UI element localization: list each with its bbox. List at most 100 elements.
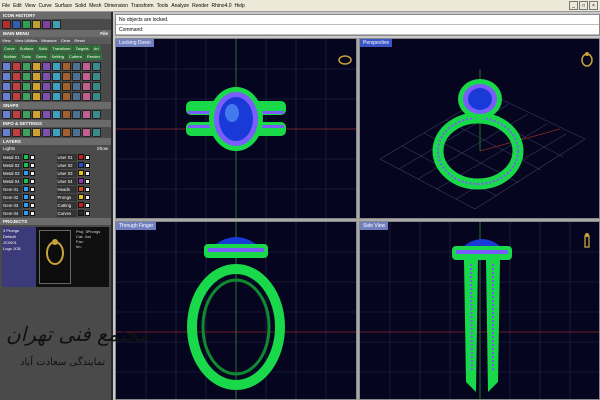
layer-visibility-checkbox[interactable]	[84, 202, 90, 208]
tag-curve[interactable]: Curve	[2, 45, 17, 52]
subtab-clear[interactable]: Clear	[59, 37, 73, 44]
tool-icon[interactable]	[72, 82, 81, 91]
tool-icon[interactable]	[42, 72, 51, 81]
tool-icon[interactable]	[62, 72, 71, 81]
tag-art[interactable]: Art	[91, 45, 101, 52]
history-icon[interactable]	[12, 20, 21, 29]
menu-edit[interactable]: Edit	[13, 3, 22, 9]
project-item[interactable]: Logo JCB	[3, 246, 35, 252]
setting-icon[interactable]	[42, 128, 51, 137]
layer-visibility-checkbox[interactable]	[84, 210, 90, 216]
tag-solid[interactable]: Solid	[36, 45, 50, 52]
tool-icon[interactable]	[62, 92, 71, 101]
history-icon[interactable]	[32, 20, 41, 29]
tag-render[interactable]: Render	[84, 53, 102, 60]
menu-file[interactable]: File	[2, 3, 10, 9]
layer-visibility-checkbox[interactable]	[84, 194, 90, 200]
layer-visibility-checkbox[interactable]	[30, 186, 35, 192]
tool-icon[interactable]	[42, 62, 51, 71]
history-icon[interactable]	[22, 20, 31, 29]
snap-icon[interactable]	[52, 110, 61, 119]
maximize-button[interactable]: □	[579, 1, 588, 10]
layer-row[interactable]: Prongs	[56, 193, 110, 201]
layer-visibility-checkbox[interactable]	[84, 186, 90, 192]
tool-icon[interactable]	[72, 92, 81, 101]
setting-icon[interactable]	[32, 128, 41, 137]
layer-row[interactable]: Metal 01	[2, 153, 55, 161]
tool-icon[interactable]	[12, 62, 21, 71]
layer-row[interactable]: Gem 03	[2, 201, 55, 209]
snap-icon[interactable]	[92, 110, 101, 119]
layer-visibility-checkbox[interactable]	[30, 210, 35, 216]
tool-icon[interactable]	[2, 72, 11, 81]
layer-color-swatch[interactable]	[23, 194, 29, 200]
tag-surface[interactable]: Surface	[17, 45, 36, 52]
tool-icon[interactable]	[52, 92, 61, 101]
menu-view[interactable]: View	[25, 3, 36, 9]
tool-icon[interactable]	[62, 82, 71, 91]
tool-icon[interactable]	[52, 62, 61, 71]
layer-color-swatch[interactable]	[77, 202, 84, 208]
menu-render[interactable]: Render	[192, 3, 208, 9]
history-icon[interactable]	[2, 20, 11, 29]
tool-icon[interactable]	[52, 82, 61, 91]
snap-icon[interactable]	[82, 110, 91, 119]
snap-icon[interactable]	[12, 110, 21, 119]
viewport-label[interactable]: Perspective	[360, 39, 393, 47]
history-icon[interactable]	[52, 20, 61, 29]
layer-color-swatch[interactable]	[23, 186, 29, 192]
menu-mesh[interactable]: Mesh	[89, 3, 101, 9]
tag-cutters[interactable]: Cutters	[66, 53, 84, 60]
layer-row[interactable]: Metal 02	[2, 161, 55, 169]
setting-icon[interactable]	[2, 128, 11, 137]
tool-icon[interactable]	[32, 72, 41, 81]
tool-icon[interactable]	[22, 72, 31, 81]
layer-color-swatch[interactable]	[77, 186, 84, 192]
setting-icon[interactable]	[92, 128, 101, 137]
layer-visibility-checkbox[interactable]	[30, 202, 35, 208]
snap-icon[interactable]	[72, 110, 81, 119]
layer-color-swatch[interactable]	[77, 162, 84, 168]
menu-rhino[interactable]: Rhino4.0	[212, 3, 232, 9]
layer-row[interactable]: User 01	[56, 153, 110, 161]
setting-icon[interactable]	[22, 128, 31, 137]
layer-color-swatch[interactable]	[23, 202, 29, 208]
tool-icon[interactable]	[12, 82, 21, 91]
layer-color-swatch[interactable]	[23, 178, 29, 184]
menu-curve[interactable]: Curve	[38, 3, 51, 9]
layer-visibility-checkbox[interactable]	[84, 178, 90, 184]
tool-icon[interactable]	[82, 92, 91, 101]
layer-row[interactable]: Gem 04	[2, 209, 55, 217]
tool-icon[interactable]	[2, 62, 11, 71]
tool-icon[interactable]	[82, 82, 91, 91]
tag-builder[interactable]: Builder	[2, 53, 19, 60]
layer-color-swatch[interactable]	[23, 170, 29, 176]
layer-row[interactable]: Gem 02	[2, 193, 55, 201]
layer-visibility-checkbox[interactable]	[84, 170, 90, 176]
subtab-reset[interactable]: Reset	[72, 37, 86, 44]
snap-icon[interactable]	[2, 110, 11, 119]
menu-transform[interactable]: Transform	[131, 3, 154, 9]
tool-icon[interactable]	[72, 62, 81, 71]
layer-row[interactable]: Gem 01	[2, 185, 55, 193]
viewport-looking-down[interactable]: Looking Down	[115, 38, 357, 219]
setting-icon[interactable]	[52, 128, 61, 137]
layer-row[interactable]: Heads	[56, 185, 110, 193]
layer-visibility-checkbox[interactable]	[30, 194, 35, 200]
tool-icon[interactable]	[12, 72, 21, 81]
viewport-through-finger[interactable]: Through Finger	[115, 221, 357, 400]
menu-tools[interactable]: Tools	[157, 3, 169, 9]
layer-row[interactable]: Metal 04	[2, 177, 55, 185]
tool-icon[interactable]	[82, 72, 91, 81]
tool-icon[interactable]	[32, 92, 41, 101]
tool-icon[interactable]	[32, 82, 41, 91]
close-button[interactable]: ×	[589, 1, 598, 10]
tool-icon[interactable]	[2, 82, 11, 91]
subtab-view[interactable]: View	[0, 37, 13, 44]
tool-icon[interactable]	[92, 92, 101, 101]
snap-icon[interactable]	[42, 110, 51, 119]
layer-row[interactable]: User 03	[56, 169, 110, 177]
layer-color-swatch[interactable]	[77, 194, 84, 200]
layer-color-swatch[interactable]	[77, 154, 84, 160]
tool-icon[interactable]	[42, 92, 51, 101]
